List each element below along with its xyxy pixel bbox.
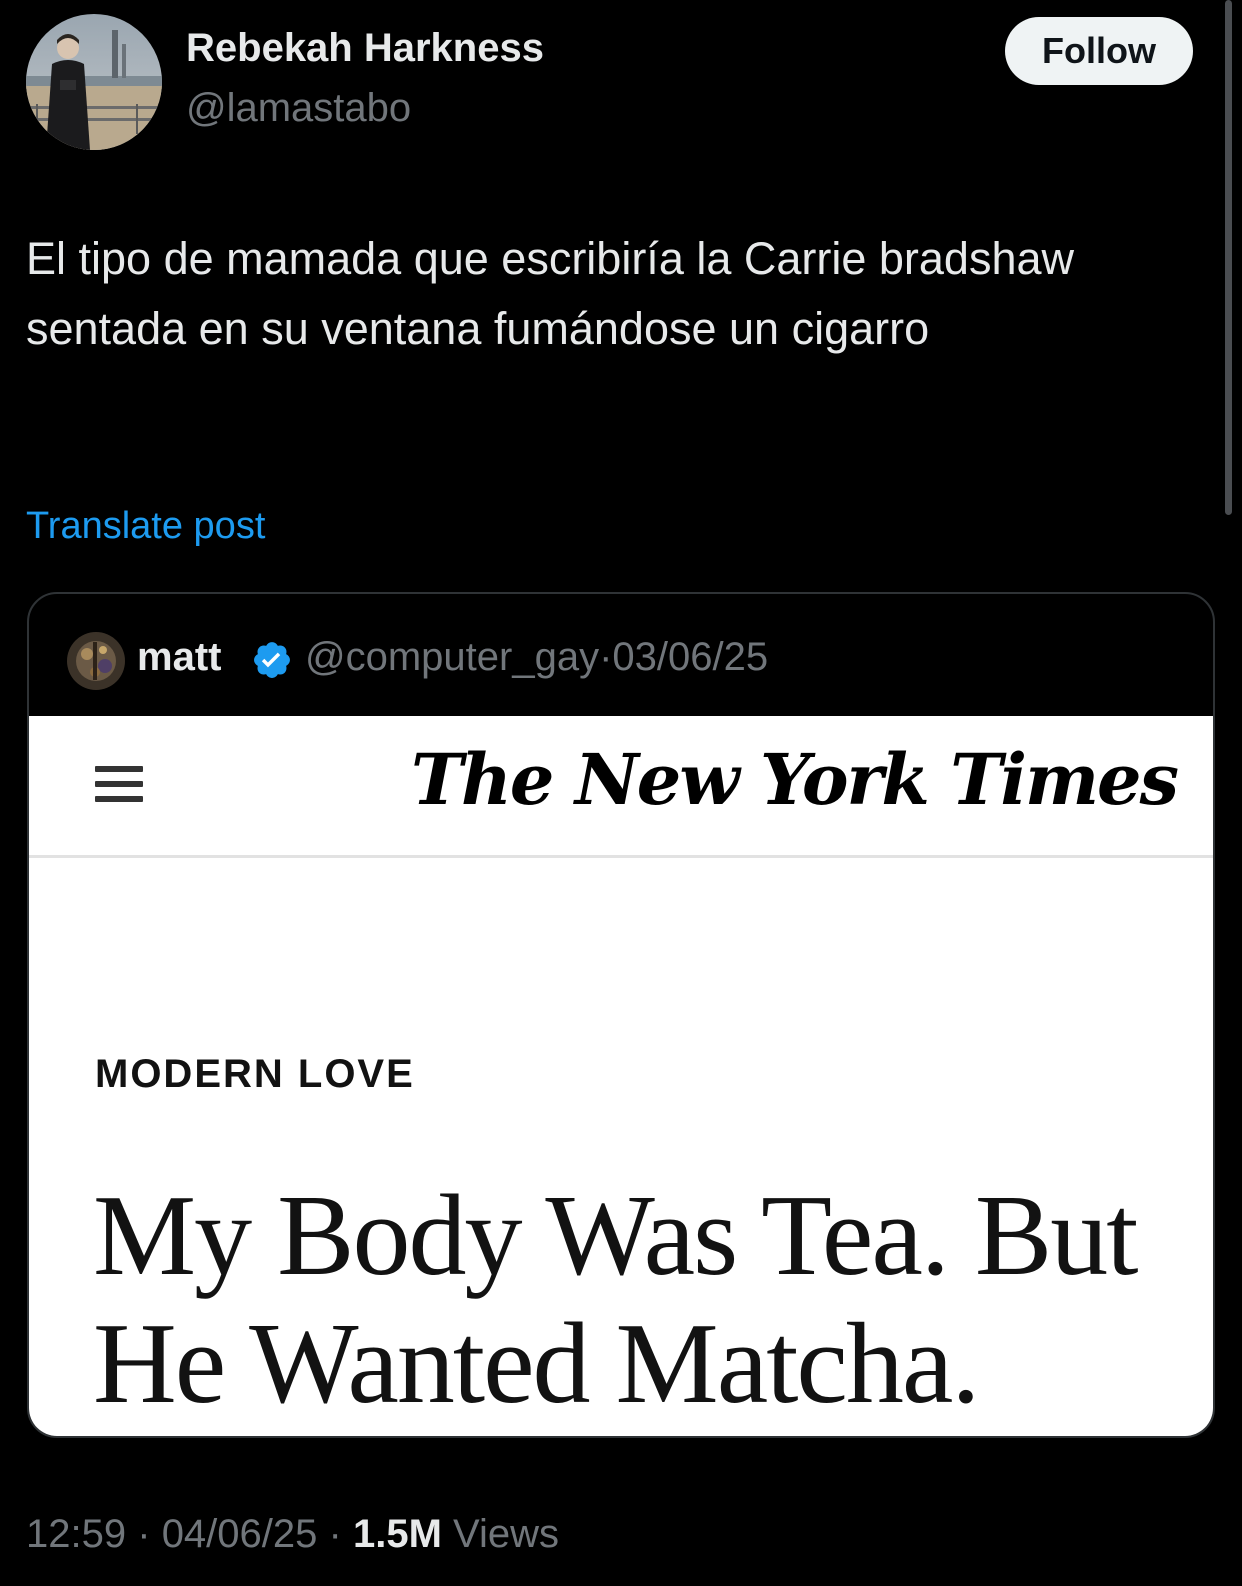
quoted-post-image[interactable]: The New York Times MODERN LOVE My Body W… [29, 716, 1213, 1436]
quoted-author-handle: @computer_gay [305, 635, 600, 679]
nyt-logo: The New York Times [410, 738, 1179, 821]
author-handle[interactable]: @lamastabo [186, 86, 411, 131]
quoted-author-avatar-photo [67, 632, 125, 690]
meta-separator: · [599, 635, 613, 679]
article-kicker: MODERN LOVE [95, 1052, 415, 1096]
author-avatar-photo [26, 14, 162, 150]
hamburger-menu-icon [95, 766, 143, 802]
author-avatar[interactable] [26, 14, 162, 150]
follow-button[interactable]: Follow [1005, 17, 1193, 85]
quoted-post-card[interactable]: matt @computer_gay·03/06/25 The New York… [27, 592, 1215, 1438]
post-metadata: 12:59 · 04/06/25 · 1.5M Views [26, 1512, 559, 1557]
meta-separator: · [137, 1512, 151, 1556]
nyt-header-bar: The New York Times [29, 716, 1213, 858]
headline-line-1: My Body Was Tea. But [93, 1172, 1138, 1300]
quoted-post-meta: @computer_gay·03/06/25 [305, 635, 768, 680]
post-text: El tipo de mamada que escribiría la Carr… [26, 233, 1075, 354]
quoted-post-date: 03/06/25 [612, 635, 769, 679]
verified-badge-icon [254, 642, 290, 678]
post-date[interactable]: 04/06/25 [162, 1512, 318, 1556]
post-time[interactable]: 12:59 [26, 1512, 126, 1556]
author-display-name[interactable]: Rebekah Harkness [186, 26, 544, 71]
quoted-author-name: matt [137, 635, 222, 679]
scrollbar[interactable] [1225, 0, 1232, 515]
views-label: Views [453, 1512, 560, 1556]
translate-post-link[interactable]: Translate post [26, 505, 265, 548]
quoted-post-header: matt @computer_gay·03/06/25 [29, 594, 1213, 716]
views-count: 1.5M [352, 1512, 442, 1556]
meta-separator: · [328, 1512, 342, 1556]
article-headline: My Body Was Tea. But He Wanted Matcha. [93, 1172, 1138, 1428]
quoted-author-avatar [67, 632, 125, 690]
headline-line-2: He Wanted Matcha. [93, 1300, 980, 1428]
